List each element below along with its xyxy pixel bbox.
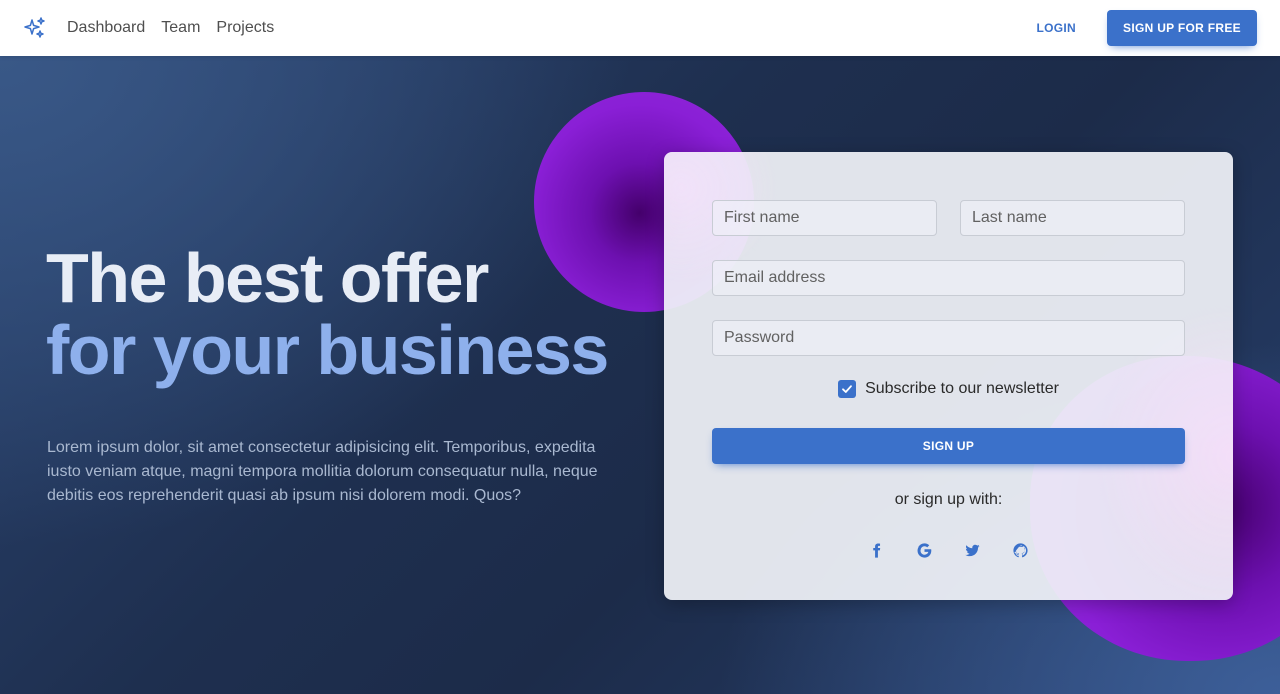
nav-actions: LOGIN SIGN UP FOR FREE	[1006, 10, 1257, 46]
nav-links: Dashboard Team Projects	[67, 0, 274, 56]
sparkles-icon[interactable]	[23, 16, 47, 40]
first-name-input[interactable]	[712, 200, 937, 236]
subscribe-checkbox[interactable]	[838, 380, 857, 398]
or-sign-up-with-text: or sign up with:	[894, 491, 1003, 508]
last-name-input[interactable]	[960, 200, 1185, 236]
hero-section: The best offer for your business Lorem i…	[0, 56, 1280, 694]
social-buttons	[664, 532, 1233, 568]
signup-button[interactable]: SIGN UP	[712, 428, 1185, 464]
signup-card: Subscribe to our newsletter SIGN UP or s…	[664, 152, 1233, 600]
nav-link-dashboard[interactable]: Dashboard	[67, 19, 145, 37]
check-icon	[842, 385, 852, 393]
navbar: Dashboard Team Projects LOGIN SIGN UP FO…	[0, 0, 1280, 56]
email-input[interactable]	[712, 260, 1185, 296]
hero-description: Lorem ipsum dolor, sit amet consectetur …	[47, 439, 598, 504]
subscribe-row: Subscribe to our newsletter	[664, 380, 1233, 398]
hero-title-line2: for your business	[46, 311, 609, 389]
signup-free-button[interactable]: SIGN UP FOR FREE	[1107, 10, 1257, 46]
nav-link-team[interactable]: Team	[161, 19, 200, 37]
github-icon[interactable]	[1003, 532, 1039, 568]
hero-title-line1: The best offer	[46, 239, 489, 317]
hero-title: The best offer for your business	[46, 239, 609, 389]
facebook-icon[interactable]	[859, 532, 895, 568]
nav-link-projects[interactable]: Projects	[216, 19, 274, 37]
login-button[interactable]: LOGIN	[1006, 10, 1108, 46]
google-icon[interactable]	[907, 532, 943, 568]
password-input[interactable]	[712, 320, 1185, 356]
twitter-icon[interactable]	[955, 532, 991, 568]
subscribe-label[interactable]: Subscribe to our newsletter	[865, 380, 1059, 398]
